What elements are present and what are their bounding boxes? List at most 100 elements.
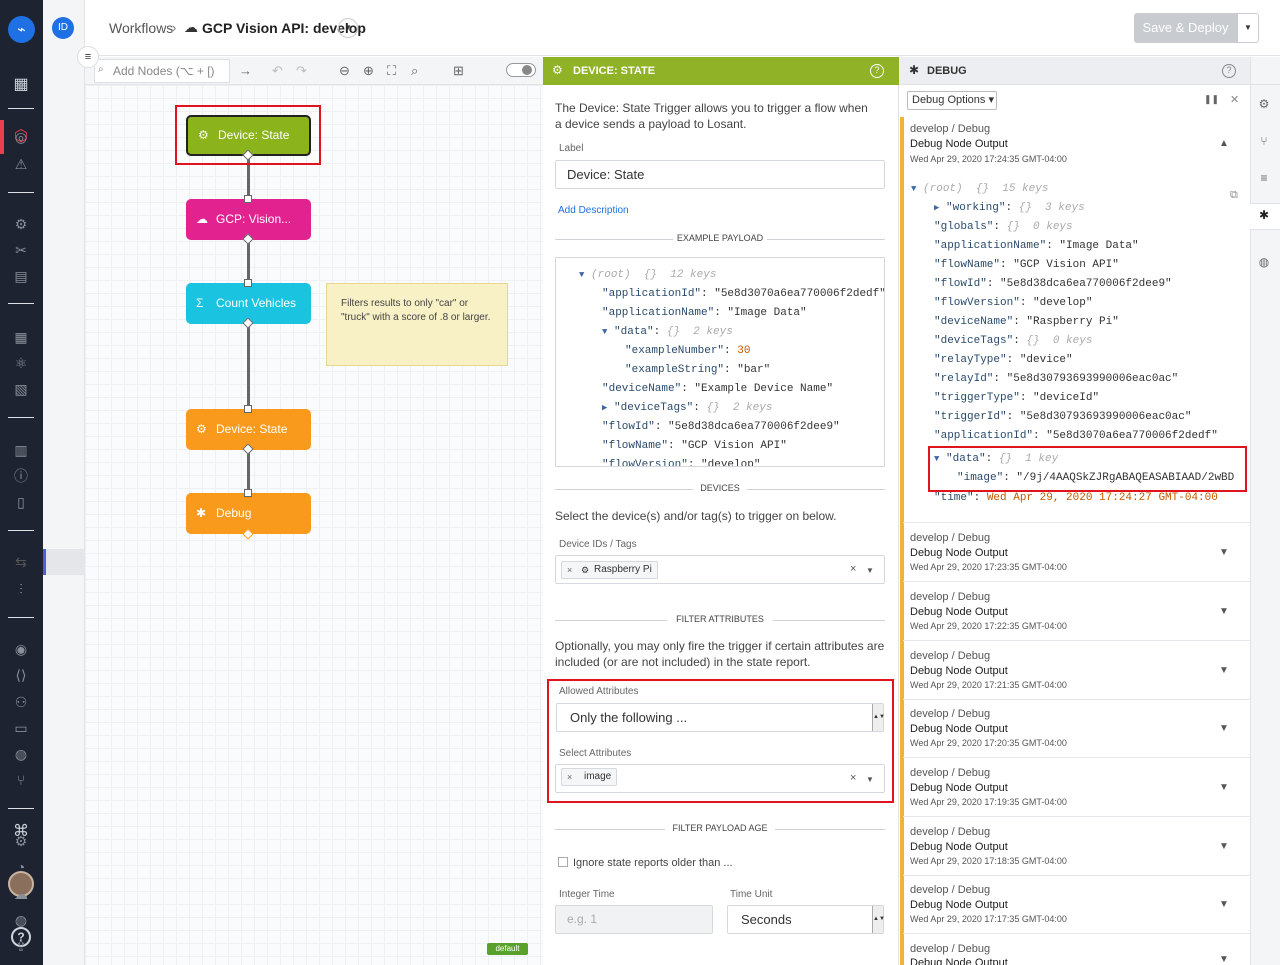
losant-logo[interactable]: ⌁ [8,16,35,43]
select-arrows-icon[interactable]: ▲▼ [872,906,885,933]
expand-icon[interactable]: ▼ [1219,547,1229,558]
folder-icon[interactable]: ▭ [13,720,29,736]
copy-icon[interactable]: ⧉ [1230,189,1238,202]
expand-icon[interactable]: ▼ [1219,665,1229,676]
message-title[interactable]: Debug Node Output [910,782,1008,794]
experiences-icon[interactable]: ⚛ [13,355,29,371]
analytics-icon[interactable]: ◔ [13,859,29,875]
device-recipes-icon[interactable]: ✂ [13,242,29,258]
collapse-icon[interactable]: ▼ [602,327,607,337]
zoom-in-icon[interactable]: ⊕ [363,63,374,79]
collapse-icon[interactable]: ▲ [1219,138,1229,149]
ignore-old-checkbox[interactable] [558,857,568,867]
workflows-icon[interactable]: ⇆ [13,554,29,570]
example-payload-viewer[interactable]: ▼ (root) {} 12 keys "applicationId": "5e… [555,257,885,467]
collapse-icon[interactable]: ▼ [579,270,584,280]
message-title[interactable]: Debug Node Output [910,723,1008,735]
web-icon[interactable]: ◍ [13,912,29,928]
expand-icon[interactable]: ▼ [1219,606,1229,617]
git-branch-icon[interactable]: ⑂ [1256,134,1272,148]
message-title[interactable]: Debug Node Output [910,899,1008,911]
tree-key: "applicationName" [934,240,1047,252]
expand-icon[interactable]: ▼ [1219,841,1229,852]
files-icon[interactable]: ▧ [13,381,29,397]
save-options-dropdown[interactable]: ▼ [1237,13,1259,43]
pause-icon[interactable]: ❚❚ [1204,94,1219,105]
nav-divider [8,192,34,193]
expand-icon[interactable]: ▼ [1219,954,1229,965]
arrow-right-icon[interactable]: → [239,63,252,78]
breadcrumb-workflows[interactable]: Workflows [109,20,173,36]
expand-icon[interactable]: ▶ [934,203,939,213]
save-deploy-button[interactable]: Save & Deploy [1134,13,1237,43]
globe-icon[interactable]: ◍ [1256,255,1272,269]
help-icon[interactable]: ? [870,64,884,78]
section-filter-attributes: FILTER ATTRIBUTES [555,614,885,626]
help-icon[interactable]: ? [1222,64,1236,78]
expand-icon[interactable]: ▼ [1219,899,1229,910]
integer-time-input[interactable]: e.g. 1 [555,905,713,934]
search-icon[interactable]: ⌕ [13,76,29,92]
input-port[interactable] [244,279,252,287]
debug-options-dropdown[interactable]: Debug Options ▾ [907,91,997,110]
remove-icon[interactable]: × [567,562,572,578]
redo-icon[interactable]: ↷ [296,63,307,79]
database-icon[interactable]: ≡ [1256,171,1272,185]
deploy-icon[interactable]: ⇪ [13,938,29,954]
undo-icon[interactable]: ↶ [272,63,283,79]
message-title[interactable]: Debug Node Output [910,957,1008,965]
chevron-down-icon[interactable]: ▼ [866,566,874,575]
input-port[interactable] [244,489,252,497]
label-input[interactable]: Device: State [555,160,885,189]
settings-icon[interactable]: ⚙ [13,833,29,849]
zoom-out-icon[interactable]: ⊖ [339,63,350,79]
message-time: Wed Apr 29, 2020 17:21:35 GMT-04:00 [910,680,1067,690]
toggle-knob [522,65,532,75]
gear-icon[interactable]: ⚙ [1256,97,1272,111]
message-path: develop / Debug [910,591,991,603]
expand-icon[interactable]: ▼ [1219,723,1229,734]
devices-icon[interactable]: ⚙ [13,216,29,232]
add-description-link[interactable]: Add Description [558,205,629,216]
dashboards-icon[interactable]: ▥ [13,442,29,458]
message-title[interactable]: Debug Node Output [910,665,1008,677]
menu-icon[interactable]: ≡ [77,46,99,68]
data-tables-icon[interactable]: ▦ [13,329,29,345]
message-title[interactable]: Debug Node Output [910,841,1008,853]
time-unit-select[interactable]: Seconds [727,905,884,934]
events-icon[interactable]: ⓘ [13,468,29,484]
collapse-icon[interactable]: ▼ [911,184,916,194]
code-icon[interactable]: ⟨⟩ [13,667,29,683]
expand-icon[interactable]: ▼ [1219,782,1229,793]
git-branch-icon[interactable]: ⑂ [13,772,29,788]
sticky-note[interactable]: Filters results to only "car" or "truck"… [326,283,508,366]
workflow-canvas[interactable] [85,85,543,965]
overview-icon[interactable]: ◎ [13,129,29,145]
device-attributes-icon[interactable]: ▤ [13,268,29,284]
chevron-down-icon[interactable]: ▼ [338,18,358,38]
clear-icon[interactable]: × [850,563,856,575]
bug-icon[interactable]: ✱ [1256,208,1272,222]
tree-value: "deviceId" [1033,392,1100,404]
nav-divider [8,808,34,809]
alerts-icon[interactable]: ⚠ [13,156,29,172]
add-nodes-input[interactable]: Add Nodes (⌥ + [) [94,59,230,83]
add-note-icon[interactable]: ⊞ [453,63,464,79]
message-title[interactable]: Debug Node Output [910,606,1008,618]
tree-key: "deviceName" [934,316,1014,328]
close-icon[interactable]: ✕ [1230,93,1239,106]
users-icon[interactable]: ⚇ [13,694,29,710]
user-badge[interactable]: ID [52,17,74,39]
device-chip[interactable]: × ⚙ Raspberry Pi [561,561,658,579]
cloud-icon[interactable]: ☁ [13,886,29,902]
input-port[interactable] [244,405,252,413]
globe-icon[interactable]: ◍ [13,746,29,762]
input-port[interactable] [244,195,252,203]
webhooks-icon[interactable]: ◉ [13,641,29,657]
fit-screen-icon[interactable]: ⛶ [387,63,396,79]
expand-icon[interactable]: ▶ [602,403,607,413]
zoom-reset-icon[interactable]: ⌕ [411,63,418,79]
message-title[interactable]: Debug Node Output [910,547,1008,559]
notebooks-icon[interactable]: ▯ [13,494,29,510]
data-explorer-icon[interactable]: ⫶ [13,581,29,597]
